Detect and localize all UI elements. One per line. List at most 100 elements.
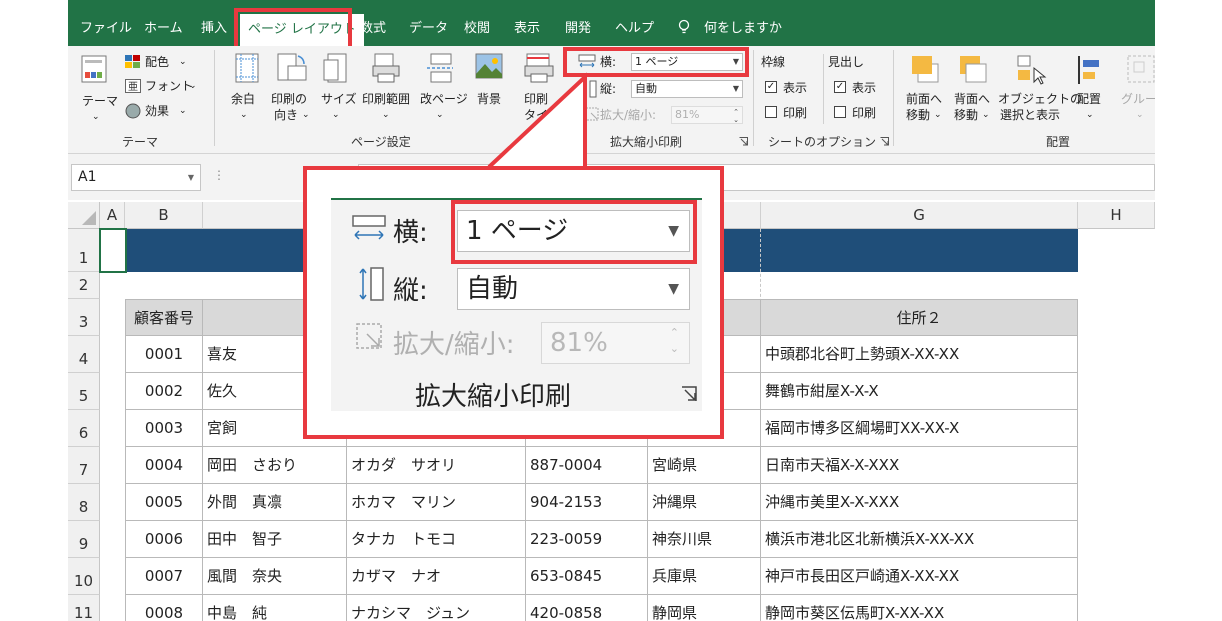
cell-kana[interactable]: ホカマ マリン [347,484,526,521]
gridlines-print-checkbox[interactable] [765,106,777,118]
bring-forward-label-1[interactable]: 前面へ [906,92,942,106]
headings-view-checkbox[interactable]: ✓ [834,81,846,93]
tab-home[interactable]: ホーム [144,0,183,46]
select-all-corner[interactable] [68,202,100,229]
themes-button-label[interactable]: テーマ [82,94,118,108]
row-header-4[interactable]: 4 [68,336,100,373]
cell-address2[interactable]: 日南市天福X-X-XXX [761,447,1078,484]
cell-name[interactable]: 中島 純 [203,595,347,621]
align-button-label[interactable]: 配置 [1077,92,1101,106]
size-button-label[interactable]: サイズ [321,92,357,106]
cell-address2[interactable]: 舞鶴市紺屋X-X-X [761,373,1078,410]
print-area-button-label[interactable]: 印刷範囲 [362,92,410,106]
row-header-8[interactable]: 8 [68,484,100,521]
tab-file[interactable]: ファイル [80,0,132,46]
cell-zip[interactable]: 223-0059 [526,521,648,558]
active-cell-a1[interactable] [99,228,127,273]
align-icon[interactable] [1075,54,1107,86]
row-header-6[interactable]: 6 [68,410,100,447]
margins-icon[interactable] [234,52,260,84]
cell-zip[interactable]: 904-2153 [526,484,648,521]
cell-name[interactable]: 田中 智子 [203,521,347,558]
selection-pane-label-2[interactable]: 選択と表示 [1000,108,1060,122]
tell-me-search[interactable]: 何をしますか [704,0,782,46]
tab-formulas[interactable]: 数式 [360,0,386,46]
dialog-launcher-icon[interactable] [739,137,748,146]
orientation-icon[interactable] [276,52,308,84]
tab-view[interactable]: 表示 [514,0,540,46]
cell-name[interactable]: 外間 真凛 [203,484,347,521]
cell-zip[interactable]: 420-0858 [526,595,648,621]
background-button-label[interactable]: 背景 [477,92,501,106]
bring-forward-icon[interactable] [910,54,942,84]
cell-number[interactable]: 0008 [125,595,203,621]
print-titles-button-label-2[interactable]: タイト [524,108,560,122]
cell-address1[interactable]: 兵庫県 [648,558,761,595]
cell-number[interactable]: 0007 [125,558,203,595]
zoomed-height-dropdown[interactable]: 自動 ▼ [457,268,690,310]
column-header-h[interactable]: H [1078,202,1155,229]
orientation-button-label-2[interactable]: 向き [274,108,298,122]
row-header-5[interactable]: 5 [68,373,100,410]
cell-address2[interactable]: 神戸市長田区戸崎通X-XX-XX [761,558,1078,595]
send-backward-label-2[interactable]: 移動 [954,108,978,122]
cell-name[interactable]: 風間 奈央 [203,558,347,595]
tab-help[interactable]: ヘルプ [615,0,654,46]
cell-address1[interactable]: 神奈川県 [648,521,761,558]
tab-data[interactable]: データ [409,0,448,46]
cell-address2[interactable]: 静岡市葵区伝馬町X-XX-XX [761,595,1078,621]
row-header-10[interactable]: 10 [68,558,100,595]
cell-kana[interactable]: ナカシマ ジュン [347,595,526,621]
cell-name[interactable]: 岡田 さおり [203,447,347,484]
column-header-a[interactable]: A [100,202,125,229]
cell-number[interactable]: 0002 [125,373,203,410]
gridlines-view-checkbox[interactable]: ✓ [765,81,777,93]
cell-zip[interactable]: 653-0845 [526,558,648,595]
fonts-button[interactable]: フォント [145,79,193,93]
tab-developer[interactable]: 開発 [565,0,591,46]
cell-number[interactable]: 0003 [125,410,203,447]
effects-button[interactable]: 効果 [145,104,169,118]
size-icon[interactable] [322,52,348,84]
background-icon[interactable] [474,52,504,82]
orientation-button-label-1[interactable]: 印刷の [271,92,307,106]
cell-number[interactable]: 0001 [125,336,203,373]
cell-zip[interactable]: 887-0004 [526,447,648,484]
row-header-11[interactable]: 11 [68,595,100,621]
cell-kana[interactable]: カザマ ナオ [347,558,526,595]
tab-review[interactable]: 校閲 [464,0,490,46]
cell-address1[interactable]: 沖縄県 [648,484,761,521]
zoomed-dialog-launcher-icon[interactable] [681,386,697,402]
cell-kana[interactable]: タナカ トモコ [347,521,526,558]
dialog-launcher-icon[interactable] [880,137,889,146]
bring-forward-label-2[interactable]: 移動 [906,108,930,122]
tab-insert[interactable]: 挿入 [201,0,227,46]
row-header-3[interactable]: 3 [68,299,100,336]
column-header-g[interactable]: G [761,202,1078,229]
cell-address2[interactable]: 横浜市港北区北新横浜X-XX-XX [761,521,1078,558]
row-header-7[interactable]: 7 [68,447,100,484]
print-titles-icon[interactable] [523,52,555,84]
breaks-icon[interactable] [425,52,455,84]
cell-address2[interactable]: 沖縄市美里X-X-XXX [761,484,1078,521]
cell-address1[interactable]: 宮崎県 [648,447,761,484]
send-backward-icon[interactable] [958,54,990,84]
print-titles-button-label-1[interactable]: 印刷 [524,92,548,106]
headings-print-checkbox[interactable] [834,106,846,118]
selection-pane-icon[interactable] [1016,54,1048,86]
print-area-icon[interactable] [371,52,401,84]
cell-number[interactable]: 0006 [125,521,203,558]
selection-pane-label-1[interactable]: オブジェクトの [998,92,1082,106]
row-header-2[interactable]: 2 [68,272,100,299]
cell-address2[interactable]: 福岡市博多区綱場町XX-XX-X [761,410,1078,447]
themes-icon[interactable] [80,52,110,88]
cell-kana[interactable]: オカダ サオリ [347,447,526,484]
colors-button[interactable]: 配色 [145,55,169,69]
margins-button-label[interactable]: 余白 [231,92,255,106]
row-header-9[interactable]: 9 [68,521,100,558]
column-header-b[interactable]: B [125,202,203,229]
row-header-1[interactable]: 1 [68,229,100,272]
cell-address1[interactable]: 静岡県 [648,595,761,621]
name-box[interactable]: A1 ▼ [71,164,201,191]
cell-number[interactable]: 0005 [125,484,203,521]
